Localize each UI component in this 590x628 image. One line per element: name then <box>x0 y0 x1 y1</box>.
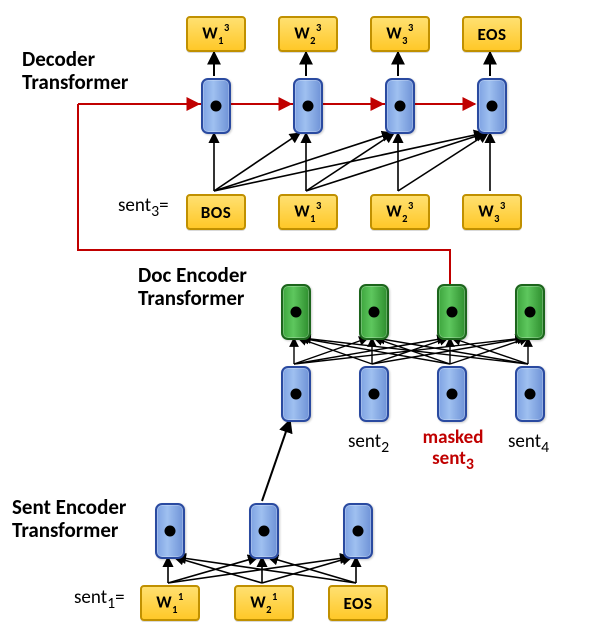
decoder-cap-3 <box>385 78 415 134</box>
label-sent3: sent3= <box>118 196 169 220</box>
label-decoder-transformer: Decoder Transformer <box>22 48 128 94</box>
docenc-in-cap-3 <box>437 366 467 422</box>
docenc-out-cap-4 <box>515 284 545 340</box>
sentenc-cap-2 <box>249 503 279 559</box>
token-out-4: EOS <box>462 16 522 52</box>
sentenc-cap-1 <box>155 503 185 559</box>
docenc-out-cap-3 <box>437 284 467 340</box>
label-sent1: sent1= <box>74 588 125 612</box>
token-out-2: W23 <box>278 16 338 52</box>
token-sent1-3: EOS <box>328 585 388 621</box>
token-sent1-1: W11 <box>140 585 200 621</box>
label-doc-encoder-transformer: Doc Encoder Transformer <box>138 264 247 310</box>
docenc-in-cap-4 <box>515 366 545 422</box>
label-masked-sent3: masked sent3 <box>410 428 496 473</box>
docenc-out-cap-2 <box>359 284 389 340</box>
label-sent2: sent2 <box>348 432 389 456</box>
decoder-cap-2 <box>293 78 323 134</box>
docenc-in-cap-1 <box>281 366 311 422</box>
docenc-out-cap-1 <box>281 284 311 340</box>
label-sent-encoder-transformer: Sent Encoder Transformer <box>12 496 126 542</box>
label-sent4: sent4 <box>508 432 549 456</box>
decoder-cap-1 <box>201 78 231 134</box>
token-dec-in-2: W13 <box>278 194 338 230</box>
sentenc-cap-3 <box>343 503 373 559</box>
token-dec-in-3: W23 <box>370 194 430 230</box>
token-out-1: W13 <box>186 16 246 52</box>
token-dec-in-4: W33 <box>462 194 522 230</box>
decoder-cap-4 <box>477 78 507 134</box>
token-sent1-2: W21 <box>234 585 294 621</box>
docenc-in-cap-2 <box>359 366 389 422</box>
token-dec-in-1: BOS <box>186 194 246 230</box>
token-out-3: W33 <box>370 16 430 52</box>
